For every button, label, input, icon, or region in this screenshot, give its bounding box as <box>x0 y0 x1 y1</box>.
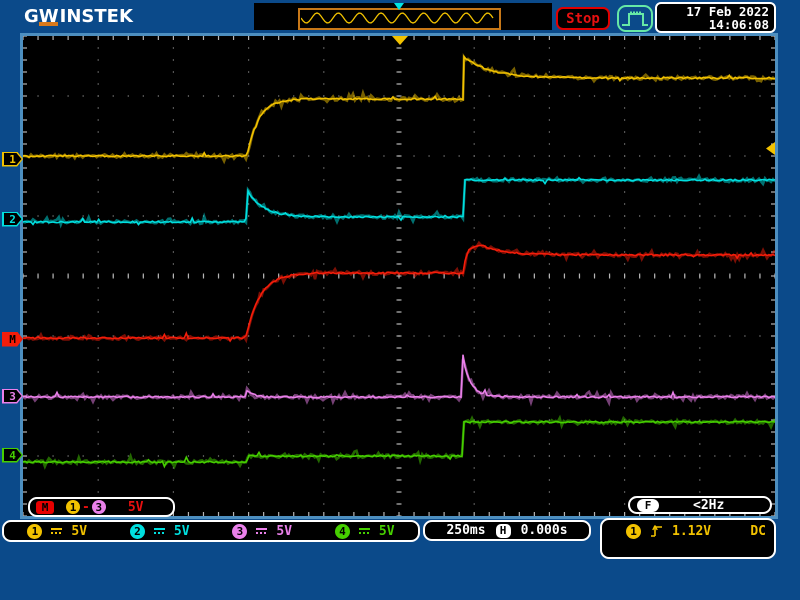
channel2-badge: 2 <box>129 523 145 539</box>
channel1-scale: 5V <box>71 523 88 539</box>
display-window-box <box>298 8 501 30</box>
timebase-scale: 250ms <box>446 523 486 538</box>
memory-bar <box>254 3 552 30</box>
pulse-icon <box>622 11 648 26</box>
channel-settings-bar: 1 5V 2 5V 3 5V 4 5V <box>2 520 420 542</box>
channel3-badge: 3 <box>232 523 248 539</box>
channel3-scale: 5V <box>276 523 293 539</box>
math-source2-badge: 3 <box>91 500 106 514</box>
dc-coupling-icon <box>358 528 370 534</box>
waveform-traces <box>22 35 777 517</box>
trigger-level-value: 1.12V <box>672 524 712 539</box>
time-text: 14:06:08 <box>708 17 769 32</box>
trigger-mode-indicator <box>617 5 653 32</box>
oscilloscope-screen: GWINSTEK Stop 17 Feb 2022 14:06:08 1 2 M… <box>0 0 800 600</box>
dc-coupling-icon <box>153 528 165 534</box>
trigger-frequency-box: F <2Hz <box>628 496 772 514</box>
math-operator: - <box>82 499 90 515</box>
trigger-status-box: 1 1.12V DC <box>600 518 776 559</box>
math-badge: M <box>36 500 54 514</box>
frequency-value: <2Hz <box>693 497 725 513</box>
dc-coupling-icon <box>51 528 63 534</box>
datetime-display: 17 Feb 2022 14:06:08 <box>655 2 776 33</box>
channel2-settings[interactable]: 2 5V <box>129 523 190 539</box>
trigger-coupling: DC <box>750 524 766 539</box>
frequency-badge: F <box>637 498 659 512</box>
dc-coupling-icon <box>256 528 268 534</box>
channel4-badge: 4 <box>334 523 350 539</box>
math-status-box: M 1 - 3 5V <box>28 497 175 517</box>
channel1-badge: 1 <box>27 523 43 539</box>
channel1-settings[interactable]: 1 5V <box>27 523 88 539</box>
channel4-scale: 5V <box>378 523 395 539</box>
channel2-scale: 5V <box>173 523 190 539</box>
trigger-source-badge: 1 <box>626 524 641 539</box>
horizontal-position: 0.000s <box>520 523 568 538</box>
waveform-display-area <box>22 35 777 517</box>
brand-logo: GWINSTEK <box>24 6 133 27</box>
horizontal-badge: H <box>495 523 511 538</box>
math-source1-badge: 1 <box>66 500 80 514</box>
graticule-frame <box>20 33 778 519</box>
acquisition-stop-indicator[interactable]: Stop <box>556 7 610 30</box>
timebase-box: 250ms H 0.000s <box>423 520 591 541</box>
math-scale: 5V <box>127 499 144 515</box>
channel3-settings[interactable]: 3 5V <box>232 523 293 539</box>
preview-waveform-icon <box>301 12 494 24</box>
channel4-settings[interactable]: 4 5V <box>334 523 395 539</box>
rising-edge-icon <box>651 525 662 537</box>
